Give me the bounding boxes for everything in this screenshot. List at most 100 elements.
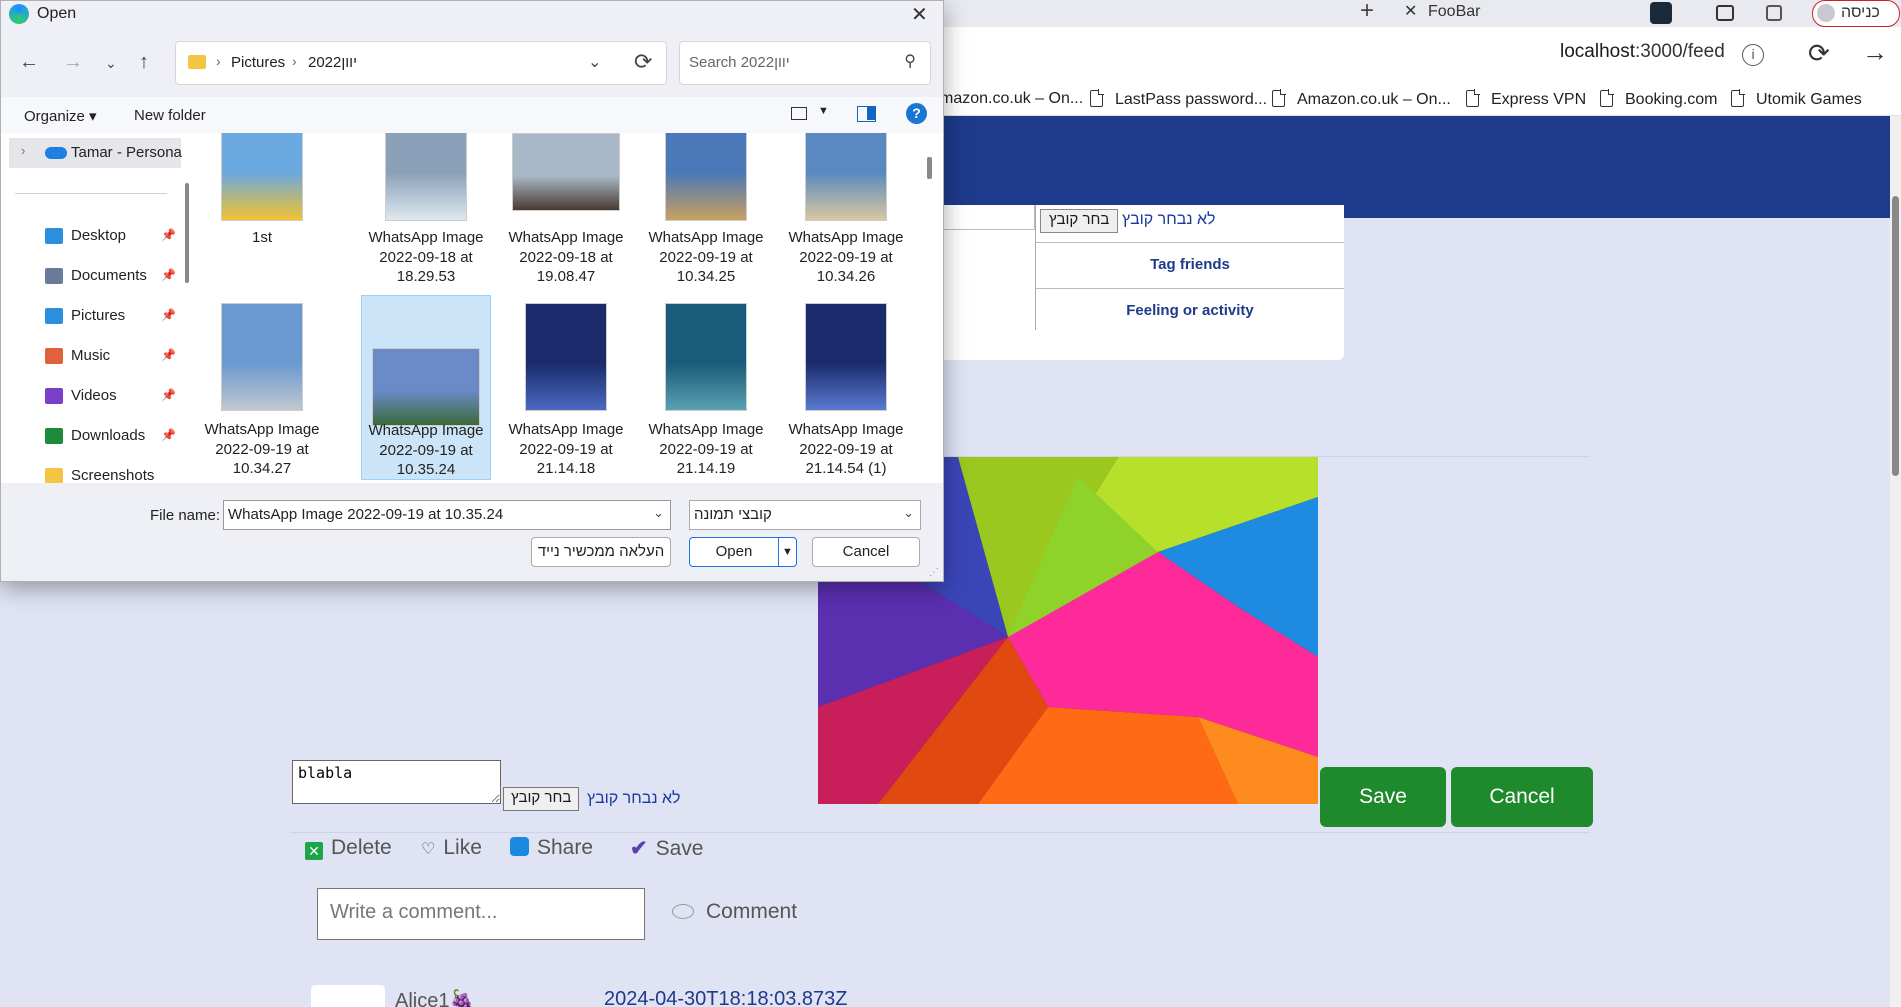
file-item[interactable]: WhatsApp Image 2022-09-19 at 21.14.19: [641, 295, 771, 480]
pin-icon[interactable]: 📌: [161, 308, 176, 322]
bookmark-item[interactable]: Express VPN: [1466, 89, 1586, 109]
share-button[interactable]: Share: [510, 836, 593, 860]
choose-file-button[interactable]: בחר קובץ: [1040, 209, 1119, 233]
save-button[interactable]: Save: [1320, 767, 1446, 827]
chevron-right-icon[interactable]: ›: [21, 143, 25, 158]
open-button[interactable]: Open ▼: [689, 537, 797, 567]
sidebar-item-downloads[interactable]: Downloads 📌: [45, 425, 185, 449]
file-item[interactable]: WhatsApp Image 2022-09-18 at 18.29.53: [361, 133, 491, 285]
forward-icon[interactable]: →: [1862, 37, 1888, 68]
back-icon[interactable]: ←: [19, 51, 39, 74]
save-post-button[interactable]: ✔ Save: [630, 836, 703, 861]
scrollbar-thumb[interactable]: [1892, 196, 1899, 476]
open-file-dialog: Open ✕ ← → ⌄ ↑ › Pictures › 2022יוון ⌄ ⟳…: [0, 0, 944, 582]
pin-icon[interactable]: 📌: [161, 268, 176, 282]
delete-button[interactable]: ✕ Delete: [305, 836, 392, 860]
preview-pane-icon[interactable]: [857, 106, 876, 122]
recent-locations-icon[interactable]: ⌄: [105, 55, 117, 72]
create-post-card: בחר קובץ לא נבחר קובץ Tag friends Feelin…: [900, 205, 1344, 360]
sidebar-item-music[interactable]: Music 📌: [45, 345, 185, 369]
chevron-down-icon[interactable]: ⌄: [588, 52, 601, 72]
sidebar-item-desktop[interactable]: Desktop 📌: [45, 225, 185, 249]
close-icon[interactable]: ✕: [911, 2, 928, 27]
file-name-label: WhatsApp Image: [368, 229, 484, 246]
chevron-down-icon[interactable]: ⌄: [653, 505, 664, 521]
edit-choose-file-button[interactable]: בחר קובץ: [503, 787, 580, 811]
pin-icon[interactable]: 📌: [161, 228, 176, 242]
feeling-activity-button[interactable]: Feeling or activity: [1036, 288, 1344, 334]
file-item[interactable]: WhatsApp Image 2022-09-19 at 10.34.25: [641, 133, 771, 285]
forward-icon[interactable]: →: [63, 51, 83, 74]
breadcrumb[interactable]: › Pictures › 2022יוון ⌄ ⟳: [175, 41, 667, 85]
split-screen-icon[interactable]: [1716, 5, 1734, 21]
breadcrumb-pictures[interactable]: Pictures: [231, 54, 285, 71]
bookmark-item[interactable]: Utomik Games: [1731, 89, 1862, 109]
image-thumbnail: [221, 133, 303, 221]
sidebar-scrollbar[interactable]: [185, 183, 189, 283]
file-grid-scrollbar[interactable]: [923, 133, 935, 483]
bookmark-item[interactable]: LastPass password...: [1090, 89, 1267, 109]
pin-icon[interactable]: 📌: [161, 428, 176, 442]
chevron-down-icon[interactable]: ▼: [782, 538, 793, 566]
page-scrollbar[interactable]: [1890, 116, 1901, 1007]
edit-no-file-label: לא נבחר קובץ: [587, 790, 681, 807]
music-icon: [45, 348, 63, 364]
image-thumbnail: [805, 303, 887, 411]
url-field[interactable]: localhost:3000/feed: [1560, 41, 1725, 63]
collections-icon[interactable]: [1766, 5, 1782, 21]
file-type-select[interactable]: קובצי תמונה ⌄: [689, 500, 921, 530]
like-button[interactable]: ♡ Like: [421, 836, 482, 860]
breadcrumb-folder[interactable]: 2022יוון: [308, 54, 357, 71]
comment-icon: [672, 904, 694, 919]
search-input[interactable]: Search 2022יוון ⚲: [679, 41, 931, 85]
chevron-down-icon[interactable]: ⌄: [903, 505, 914, 521]
file-item[interactable]: 1st: [197, 133, 327, 268]
edit-post-textarea[interactable]: blabla: [292, 760, 501, 804]
resize-grip-icon[interactable]: ⋰: [929, 567, 939, 578]
dialog-sidebar: › Tamar - Persona Desktop 📌 Documents 📌 Pict…: [1, 133, 193, 484]
tab-close-icon[interactable]: ✕: [1404, 0, 1417, 24]
chevron-down-icon[interactable]: ▼: [818, 105, 829, 117]
file-name-label: 21.14.54 (1): [805, 460, 887, 477]
file-item[interactable]: WhatsApp Image 2022-09-19 at 10.34.27: [197, 295, 327, 480]
help-icon[interactable]: ?: [906, 103, 927, 124]
file-item[interactable]: WhatsApp Image 2022-09-19 at 10.35.24: [361, 295, 491, 480]
reload-icon[interactable]: ⟳: [1808, 38, 1830, 69]
file-item[interactable]: WhatsApp Image 2022-09-19 at 21.14.18: [501, 295, 631, 480]
up-icon[interactable]: ↑: [139, 51, 149, 74]
comment-input[interactable]: Write a comment...: [317, 888, 645, 940]
avatar: [1817, 4, 1835, 22]
view-icon[interactable]: [791, 107, 807, 120]
refresh-icon[interactable]: ⟳: [634, 49, 652, 75]
file-name-label: 2022-09-19 at: [519, 440, 613, 458]
bookmark-item[interactable]: mazon.co.uk – On...: [940, 90, 1083, 108]
comment-button[interactable]: Comment: [672, 900, 797, 924]
browser-tab[interactable]: ✕ FooBar: [1392, 0, 1632, 27]
file-name-field[interactable]: WhatsApp Image 2022-09-19 at 10.35.24 ⌄: [223, 500, 671, 530]
file-name-label: 10.34.26: [816, 268, 876, 285]
upload-from-mobile-button[interactable]: העלאה ממכשיר נייד: [531, 537, 671, 567]
sidebar-item-documents[interactable]: Documents 📌: [45, 265, 185, 289]
file-item[interactable]: WhatsApp Image 2022-09-18 at 19.08.47: [501, 133, 631, 285]
file-item[interactable]: WhatsApp Image 2022-09-19 at 21.14.54 (1): [781, 295, 911, 480]
sidebar-item-onedrive[interactable]: › Tamar - Persona: [9, 138, 182, 168]
sidebar-item-pictures[interactable]: Pictures 📌: [45, 305, 185, 329]
pin-icon[interactable]: 📌: [161, 388, 176, 402]
pin-icon[interactable]: 📌: [161, 348, 176, 362]
organize-menu[interactable]: Organize ▾: [24, 107, 97, 125]
file-name-label: WhatsApp Image: [788, 421, 904, 438]
file-item[interactable]: WhatsApp Image 2022-09-19 at 10.34.26: [781, 133, 911, 285]
bookmark-item[interactable]: Booking.com: [1600, 89, 1718, 109]
site-info-icon[interactable]: i: [1742, 44, 1764, 66]
bookmark-item[interactable]: Amazon.co.uk – On...: [1272, 89, 1451, 109]
profile-button[interactable]: כניסה: [1812, 0, 1900, 27]
dialog-cancel-button[interactable]: Cancel: [812, 537, 920, 567]
tag-friends-button[interactable]: Tag friends: [1036, 242, 1344, 288]
file-name-label: File name:: [150, 507, 221, 524]
new-folder-button[interactable]: New folder: [134, 107, 206, 124]
react-devtools-icon[interactable]: [1650, 2, 1672, 24]
folder-icon: [45, 468, 63, 484]
new-tab-button[interactable]: +: [1352, 0, 1382, 26]
sidebar-item-videos[interactable]: Videos 📌: [45, 385, 185, 409]
cancel-button[interactable]: Cancel: [1451, 767, 1593, 827]
